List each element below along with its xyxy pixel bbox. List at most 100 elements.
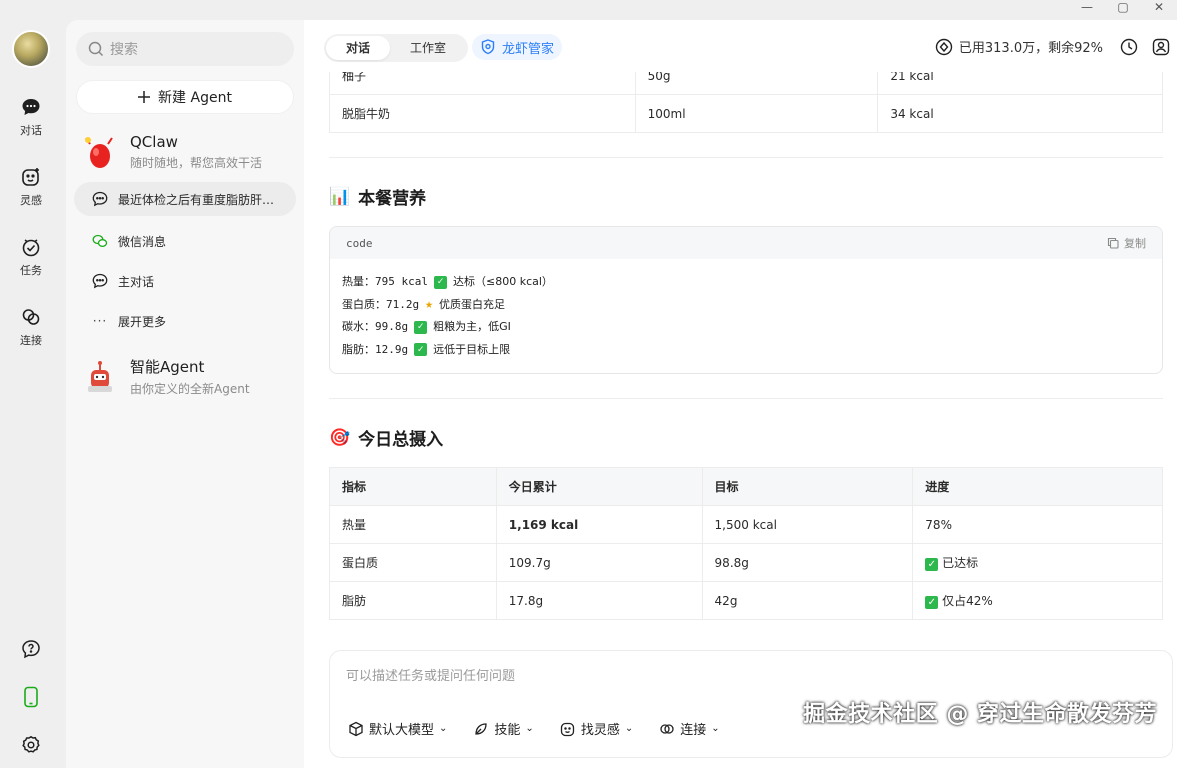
watermark: 掘金技术社区 @ 穿过生命散发芬芳 [803, 702, 1157, 727]
message-scroll-area[interactable]: 柚子 50g 21 kcal 脱脂牛奶 100ml 34 kcal 📊 本餐营养… [304, 72, 1177, 642]
lobster-butler-button[interactable]: 龙虾管家 [472, 34, 563, 60]
help-icon[interactable] [19, 637, 43, 661]
table-cell: 98.8g [701, 543, 914, 582]
avatar[interactable] [12, 30, 50, 68]
rail-label: 任务 [20, 264, 42, 277]
minimize-button[interactable]: — [1069, 0, 1105, 14]
inspiration-button[interactable]: 找灵感 ⌄ [560, 719, 633, 738]
rail-item-connect[interactable]: 连接 [0, 306, 62, 348]
table-cell: 1,169 kcal [495, 505, 703, 544]
code-note: 粗粮为主，低GI [433, 320, 511, 333]
phone-icon[interactable] [19, 685, 43, 709]
code-note: 远低于目标上限 [433, 342, 511, 356]
plus-icon [138, 91, 151, 103]
check-mark-icon: ✓ [925, 596, 939, 610]
more-dots-icon: ··· [92, 314, 108, 328]
chevron-down-icon: ⌄ [439, 723, 448, 734]
code-text: 脂肪：12.9g [342, 342, 409, 356]
conversation-item[interactable]: 最近体检之后有重度脂肪肝… [74, 182, 296, 216]
usage-status[interactable]: 已用313.0万，剩余92% [935, 37, 1103, 56]
smart-agent-robot-icon [82, 358, 118, 394]
table-cell: 21 kcal [877, 72, 1163, 95]
agent-smart[interactable]: 智能Agent 由你定义的全新Agent [82, 354, 292, 398]
table-cell: 热量 [329, 505, 497, 544]
rail-item-chat[interactable]: 对话 [0, 96, 62, 138]
agent-desc: 由你定义的全新Agent [130, 381, 250, 396]
item-label: 展开更多 [118, 314, 167, 329]
star-icon: ★ [425, 296, 433, 312]
table-cell: 42g [701, 581, 914, 620]
table-cell: 蛋白质 [329, 543, 497, 582]
item-label: 微信消息 [118, 234, 167, 249]
close-button[interactable]: ✕ [1141, 0, 1177, 14]
item-label: 主对话 [118, 274, 155, 289]
divider [329, 398, 1163, 399]
tab-studio[interactable]: 工作室 [390, 36, 466, 60]
history-clock-icon[interactable] [1119, 37, 1139, 57]
heading-text: 本餐营养 [358, 189, 427, 209]
tool-label: 连接 [680, 723, 707, 738]
quota-diamond-icon [935, 38, 953, 55]
skills-button[interactable]: 技能 ⌄ [473, 719, 534, 738]
agent-qclaw[interactable]: QClaw 随时随地，帮您高效干活 [82, 130, 292, 174]
divider [329, 157, 1163, 158]
model-select-button[interactable]: 默认大模型 ⌄ [348, 719, 447, 738]
rail-item-inspiration[interactable]: 灵感 [0, 166, 62, 208]
bold-value: 1,169 kcal [508, 517, 579, 532]
code-text: 蛋白质：71.2g [342, 297, 420, 311]
code-note: 达标（≤800 kcal） [452, 275, 553, 288]
column-header: 进度 [912, 467, 1163, 506]
composer-tools: 默认大模型 ⌄ 技能 ⌄ 找灵感 ⌄ 连接 ⌄ [348, 719, 720, 738]
table-cell: 50g [634, 72, 879, 95]
composer-placeholder: 可以描述任务或提问任何问题 [346, 669, 516, 684]
table-row: 热量 1,169 kcal 1,500 kcal 78% [329, 505, 1163, 544]
bar-chart-emoji-icon: 📊 [329, 186, 351, 207]
rail-label: 连接 [20, 334, 42, 347]
chat-bubble-outline-icon [92, 191, 108, 207]
mode-tabs: 对话 工作室 [324, 34, 469, 62]
sidebar: 搜索 新建 Agent QClaw 随时随地，帮您高效干活 最近体检之后有重度脂… [66, 20, 304, 768]
table-cell: 78% [912, 505, 1163, 544]
column-header: 今日累计 [495, 467, 703, 506]
nav-rail: 对话 灵感 任务 连接 [0, 0, 66, 768]
rail-item-tasks[interactable]: 任务 [0, 236, 62, 278]
check-mark-icon: ✓ [433, 275, 447, 289]
heading-text: 今日总摄入 [358, 430, 444, 450]
search-placeholder: 搜索 [110, 42, 138, 58]
usage-text: 已用313.0万，剩余92% [958, 41, 1103, 56]
code-line: 热量：795 kcal ✓ 达标（≤800 kcal） [342, 271, 1150, 294]
meal-nutrition-heading: 📊 本餐营养 [329, 184, 427, 210]
connect-button[interactable]: 连接 ⌄ [659, 719, 720, 738]
maximize-button[interactable]: ▢ [1105, 0, 1141, 14]
tab-chat[interactable]: 对话 [326, 36, 391, 60]
chevron-down-icon: ⌄ [525, 723, 534, 734]
profile-icon[interactable] [1151, 37, 1171, 57]
search-input[interactable]: 搜索 [76, 32, 294, 66]
table-cell: ✓ 仅占42% [912, 581, 1163, 620]
table-row: 脱脂牛奶 100ml 34 kcal [329, 94, 1163, 133]
conversation-title: 最近体检之后有重度脂肪肝… [118, 192, 275, 207]
table-cell: 脱脂牛奶 [329, 94, 636, 133]
link-icon [20, 306, 42, 328]
wechat-messages-item[interactable]: 微信消息 [74, 224, 296, 258]
main-conversation-item[interactable]: 主对话 [74, 264, 296, 298]
assistant-label: 龙虾管家 [502, 41, 555, 57]
table-cell: 柚子 [329, 72, 636, 95]
spark-face-icon [560, 722, 574, 736]
table-cell: 17.8g [495, 581, 703, 620]
expand-more-item[interactable]: ··· 展开更多 [74, 304, 296, 338]
table-row: 柚子 50g 21 kcal [329, 72, 1163, 95]
column-header: 目标 [701, 467, 914, 506]
code-text: 热量：795 kcal [342, 275, 428, 288]
spark-face-icon [20, 166, 42, 188]
link-icon [660, 723, 674, 734]
new-agent-button[interactable]: 新建 Agent [76, 80, 294, 114]
settings-gear-icon[interactable] [19, 733, 43, 757]
tool-label: 找灵感 [580, 723, 620, 738]
target-emoji-icon: 🎯 [329, 427, 351, 448]
copy-label: 复制 [1124, 237, 1146, 250]
copy-button[interactable]: 复制 [1107, 235, 1146, 251]
code-body: 热量：795 kcal ✓ 达标（≤800 kcal） 蛋白质：71.2g ★ … [330, 259, 1162, 373]
table-row: 脂肪 17.8g 42g ✓ 仅占42% [329, 581, 1163, 620]
table-cell: 34 kcal [877, 94, 1163, 133]
